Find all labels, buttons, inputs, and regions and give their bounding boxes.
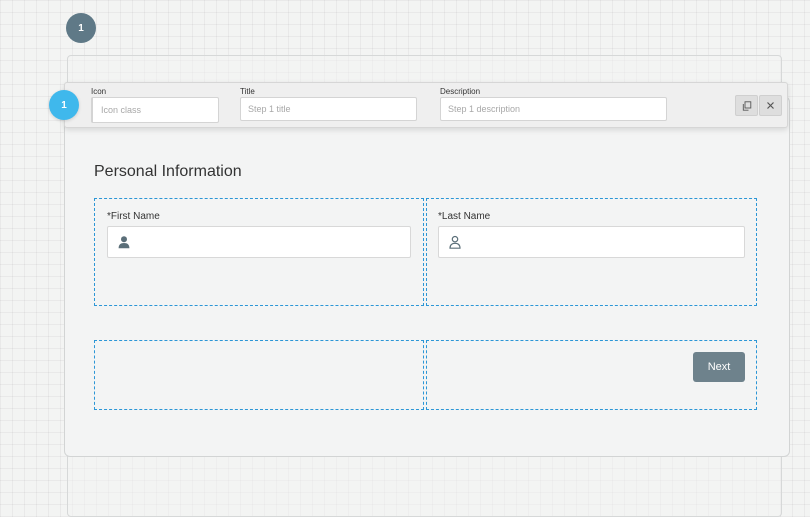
first-name-label: *First Name xyxy=(107,211,160,222)
active-step-number: 1 xyxy=(61,99,67,111)
step-description-input[interactable] xyxy=(440,97,667,121)
step-indicator-1[interactable]: 1 xyxy=(66,13,96,43)
step-number: 1 xyxy=(78,22,84,34)
section-title: Personal Information xyxy=(94,163,242,181)
user-solid-icon xyxy=(108,235,140,249)
description-label: Description xyxy=(440,87,481,96)
step-title-input[interactable] xyxy=(240,97,417,121)
first-name-input[interactable] xyxy=(140,226,410,258)
icon-field xyxy=(91,97,226,123)
last-name-input[interactable] xyxy=(471,226,744,258)
icon-label: Icon xyxy=(91,87,107,96)
first-name-field xyxy=(107,226,411,258)
duplicate-step-button[interactable] xyxy=(735,95,758,116)
user-outline-icon xyxy=(439,235,471,249)
title-label: Title xyxy=(240,87,255,96)
active-step-badge[interactable]: 1 xyxy=(49,90,79,120)
icon-class-input[interactable] xyxy=(93,98,226,122)
copy-icon xyxy=(742,100,751,111)
next-button[interactable]: Next xyxy=(693,352,745,382)
close-icon xyxy=(767,102,774,109)
last-name-field xyxy=(438,226,745,258)
last-name-label: *Last Name xyxy=(438,211,491,222)
form-cell xyxy=(94,340,424,410)
delete-step-button[interactable] xyxy=(759,95,782,116)
